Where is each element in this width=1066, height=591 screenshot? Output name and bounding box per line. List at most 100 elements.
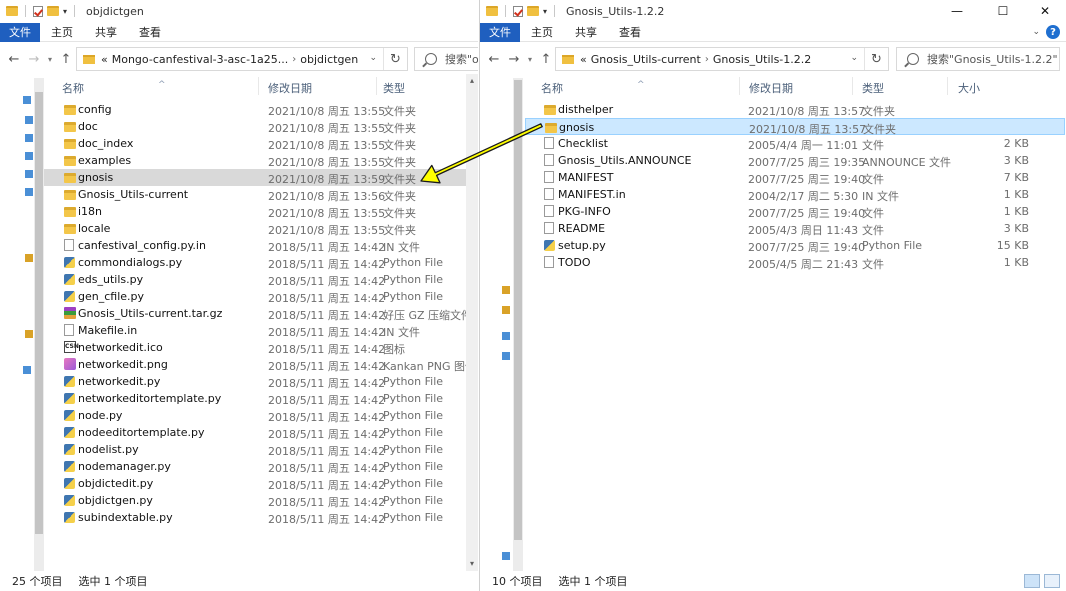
nav-item-icon[interactable] [502, 352, 510, 360]
file-row[interactable]: config 2021/10/8 周五 13:55 文件夹 [44, 101, 476, 118]
expand-ribbon-icon[interactable]: ⌄ [1032, 27, 1040, 37]
tab-home[interactable]: 主页 [520, 24, 564, 40]
tab-view[interactable]: 查看 [608, 24, 652, 40]
file-row[interactable]: subindextable.py 2018/5/11 周五 14:42 Python… [44, 509, 476, 526]
nav-item-icon[interactable] [502, 306, 510, 314]
file-row[interactable]: nodelist.py 2018/5/11 周五 14:42 Python File [44, 441, 476, 458]
column-name[interactable]: 名称 [62, 80, 84, 96]
file-row[interactable]: eds_utils.py 2018/5/11 周五 14:42 Python Fil… [44, 271, 476, 288]
scroll-down-icon[interactable]: ▾ [466, 557, 478, 571]
file-row[interactable]: networkeditortemplate.py 2018/5/11 周五 14:… [44, 390, 476, 407]
file-row[interactable]: README 2005/4/3 周日 11:43 文件 3 KB [525, 220, 1065, 237]
file-row[interactable]: nodeeditortemplate.py 2018/5/11 周五 14:42 P… [44, 424, 476, 441]
close-button[interactable]: ✕ [1028, 0, 1062, 22]
up-arrow-icon[interactable]: ↑ [56, 52, 76, 67]
properties-icon[interactable] [33, 5, 43, 17]
file-row[interactable]: networkedit.png 2018/5/11 周五 14:42 Kankan … [44, 356, 476, 373]
nav-item-icon[interactable] [25, 116, 33, 124]
breadcrumb-segment[interactable]: Mongo-canfestival-3-asc-1a25... [112, 53, 289, 66]
file-row[interactable]: Gnosis_Utils-current 2021/10/8 周五 13:56 文件… [44, 186, 476, 203]
file-row[interactable]: MANIFEST.in 2004/2/17 周二 5:30 IN 文件 1 KB [525, 186, 1065, 203]
file-row[interactable]: gnosis 2021/10/8 周五 13:59 文件夹 [44, 169, 476, 186]
navigation-scrollbar[interactable] [513, 78, 523, 571]
file-row[interactable]: gnosis 2021/10/8 周五 13:57 文件夹 [525, 118, 1065, 136]
nav-item-icon[interactable] [25, 188, 33, 196]
customize-qat-icon[interactable]: ▾ [543, 7, 547, 16]
forward-arrow-icon[interactable]: → [504, 52, 524, 67]
file-row[interactable]: i18n 2021/10/8 周五 13:55 文件夹 [44, 203, 476, 220]
file-row[interactable]: MANIFEST 2007/7/25 周三 19:40 文件 7 KB [525, 169, 1065, 186]
file-row[interactable]: examples 2021/10/8 周五 13:55 文件夹 [44, 152, 476, 169]
scrollbar-thumb[interactable] [35, 92, 43, 534]
properties-icon[interactable] [513, 5, 523, 17]
tab-home[interactable]: 主页 [40, 24, 84, 40]
nav-item-icon[interactable] [502, 286, 510, 294]
file-row[interactable]: objdictgen.py 2018/5/11 周五 14:42 Python Fi… [44, 492, 476, 509]
breadcrumb-segment[interactable]: Gnosis_Utils-current [591, 53, 701, 66]
file-row[interactable]: Makefile.in 2018/5/11 周五 14:42 IN 文件 [44, 322, 476, 339]
column-date[interactable]: 修改日期 [749, 80, 793, 96]
search-input[interactable]: 搜索"o [414, 47, 478, 71]
tab-file[interactable]: 文件 [480, 22, 520, 42]
minimize-button[interactable]: — [940, 0, 974, 22]
search-input[interactable]: 搜索"Gnosis_Utils-1.2.2" [896, 47, 1060, 71]
nav-item-icon[interactable] [25, 170, 33, 178]
nav-item-icon[interactable] [25, 330, 33, 338]
help-icon[interactable]: ? [1046, 25, 1060, 39]
nav-item-icon[interactable] [23, 366, 31, 374]
file-row[interactable]: CSN networkedit.ico 2018/5/11 周五 14:42 图标 [44, 339, 476, 356]
file-row[interactable]: PKG-INFO 2007/7/25 周三 19:40 文件 1 KB [525, 203, 1065, 220]
file-row[interactable]: doc 2021/10/8 周五 13:55 文件夹 [44, 118, 476, 135]
back-arrow-icon[interactable]: ← [484, 52, 504, 67]
refresh-icon[interactable]: ↻ [864, 48, 888, 70]
file-list-scrollbar[interactable]: ▴ ▾ [466, 74, 478, 571]
tab-share[interactable]: 共享 [564, 24, 608, 40]
file-row[interactable]: gen_cfile.py 2018/5/11 周五 14:42 Python Fil… [44, 288, 476, 305]
chevron-right-icon[interactable]: › [292, 54, 296, 65]
file-row[interactable]: TODO 2005/4/5 周二 21:43 文件 1 KB [525, 254, 1065, 271]
file-row[interactable]: objdictedit.py 2018/5/11 周五 14:42 Python F… [44, 475, 476, 492]
back-arrow-icon[interactable]: ← [4, 52, 24, 67]
file-row[interactable]: Gnosis_Utils-current.tar.gz 2018/5/11 周五 … [44, 305, 476, 322]
nav-item-icon[interactable] [502, 552, 510, 560]
nav-item-icon[interactable] [502, 332, 510, 340]
tab-file[interactable]: 文件 [0, 22, 40, 42]
file-row[interactable]: disthelper 2021/10/8 周五 13:57 文件夹 [525, 101, 1065, 118]
nav-item-icon[interactable] [25, 152, 33, 160]
file-row[interactable]: Checklist 2005/4/4 周一 11:01 文件 2 KB [525, 135, 1065, 152]
new-folder-icon[interactable] [527, 6, 539, 16]
column-date[interactable]: 修改日期 [268, 80, 312, 96]
navigation-pane[interactable] [480, 78, 513, 571]
recent-locations-icon[interactable]: ▾ [44, 55, 56, 64]
file-row[interactable]: locale 2021/10/8 周五 13:55 文件夹 [44, 220, 476, 237]
recent-locations-icon[interactable]: ▾ [524, 55, 536, 64]
navigation-pane[interactable] [0, 78, 34, 571]
file-row[interactable]: commondialogs.py 2018/5/11 周五 14:42 Python… [44, 254, 476, 271]
new-folder-icon[interactable] [47, 6, 59, 16]
file-row[interactable]: canfestival_config.py.in 2018/5/11 周五 14:… [44, 237, 476, 254]
details-view-icon[interactable] [1024, 574, 1040, 588]
scrollbar-thumb[interactable] [514, 80, 522, 540]
quick-access-icon[interactable] [23, 96, 31, 104]
forward-arrow-icon[interactable]: → [24, 52, 44, 67]
chevron-down-icon[interactable]: ⌄ [369, 53, 377, 63]
breadcrumb-segment[interactable]: objdictgen [300, 53, 358, 66]
up-arrow-icon[interactable]: ↑ [536, 52, 556, 67]
column-type[interactable]: 类型 [383, 80, 405, 96]
tab-share[interactable]: 共享 [84, 24, 128, 40]
maximize-button[interactable]: ☐ [986, 0, 1020, 22]
column-name[interactable]: 名称 [541, 80, 563, 96]
file-row[interactable]: doc_index 2021/10/8 周五 13:55 文件夹 [44, 135, 476, 152]
customize-qat-icon[interactable]: ▾ [63, 7, 67, 16]
refresh-icon[interactable]: ↻ [383, 48, 407, 70]
file-row[interactable]: node.py 2018/5/11 周五 14:42 Python File [44, 407, 476, 424]
large-icons-view-icon[interactable] [1044, 574, 1060, 588]
navigation-scrollbar[interactable] [34, 78, 44, 571]
file-row[interactable]: Gnosis_Utils.ANNOUNCE 2007/7/25 周三 19:35 A… [525, 152, 1065, 169]
column-type[interactable]: 类型 [862, 80, 884, 96]
nav-item-icon[interactable] [25, 254, 33, 262]
scroll-up-icon[interactable]: ▴ [466, 74, 478, 88]
file-row[interactable]: setup.py 2007/7/25 周三 19:40 Python File 15 … [525, 237, 1065, 254]
chevron-right-icon[interactable]: › [705, 54, 709, 65]
breadcrumb-segment[interactable]: Gnosis_Utils-1.2.2 [713, 53, 811, 66]
